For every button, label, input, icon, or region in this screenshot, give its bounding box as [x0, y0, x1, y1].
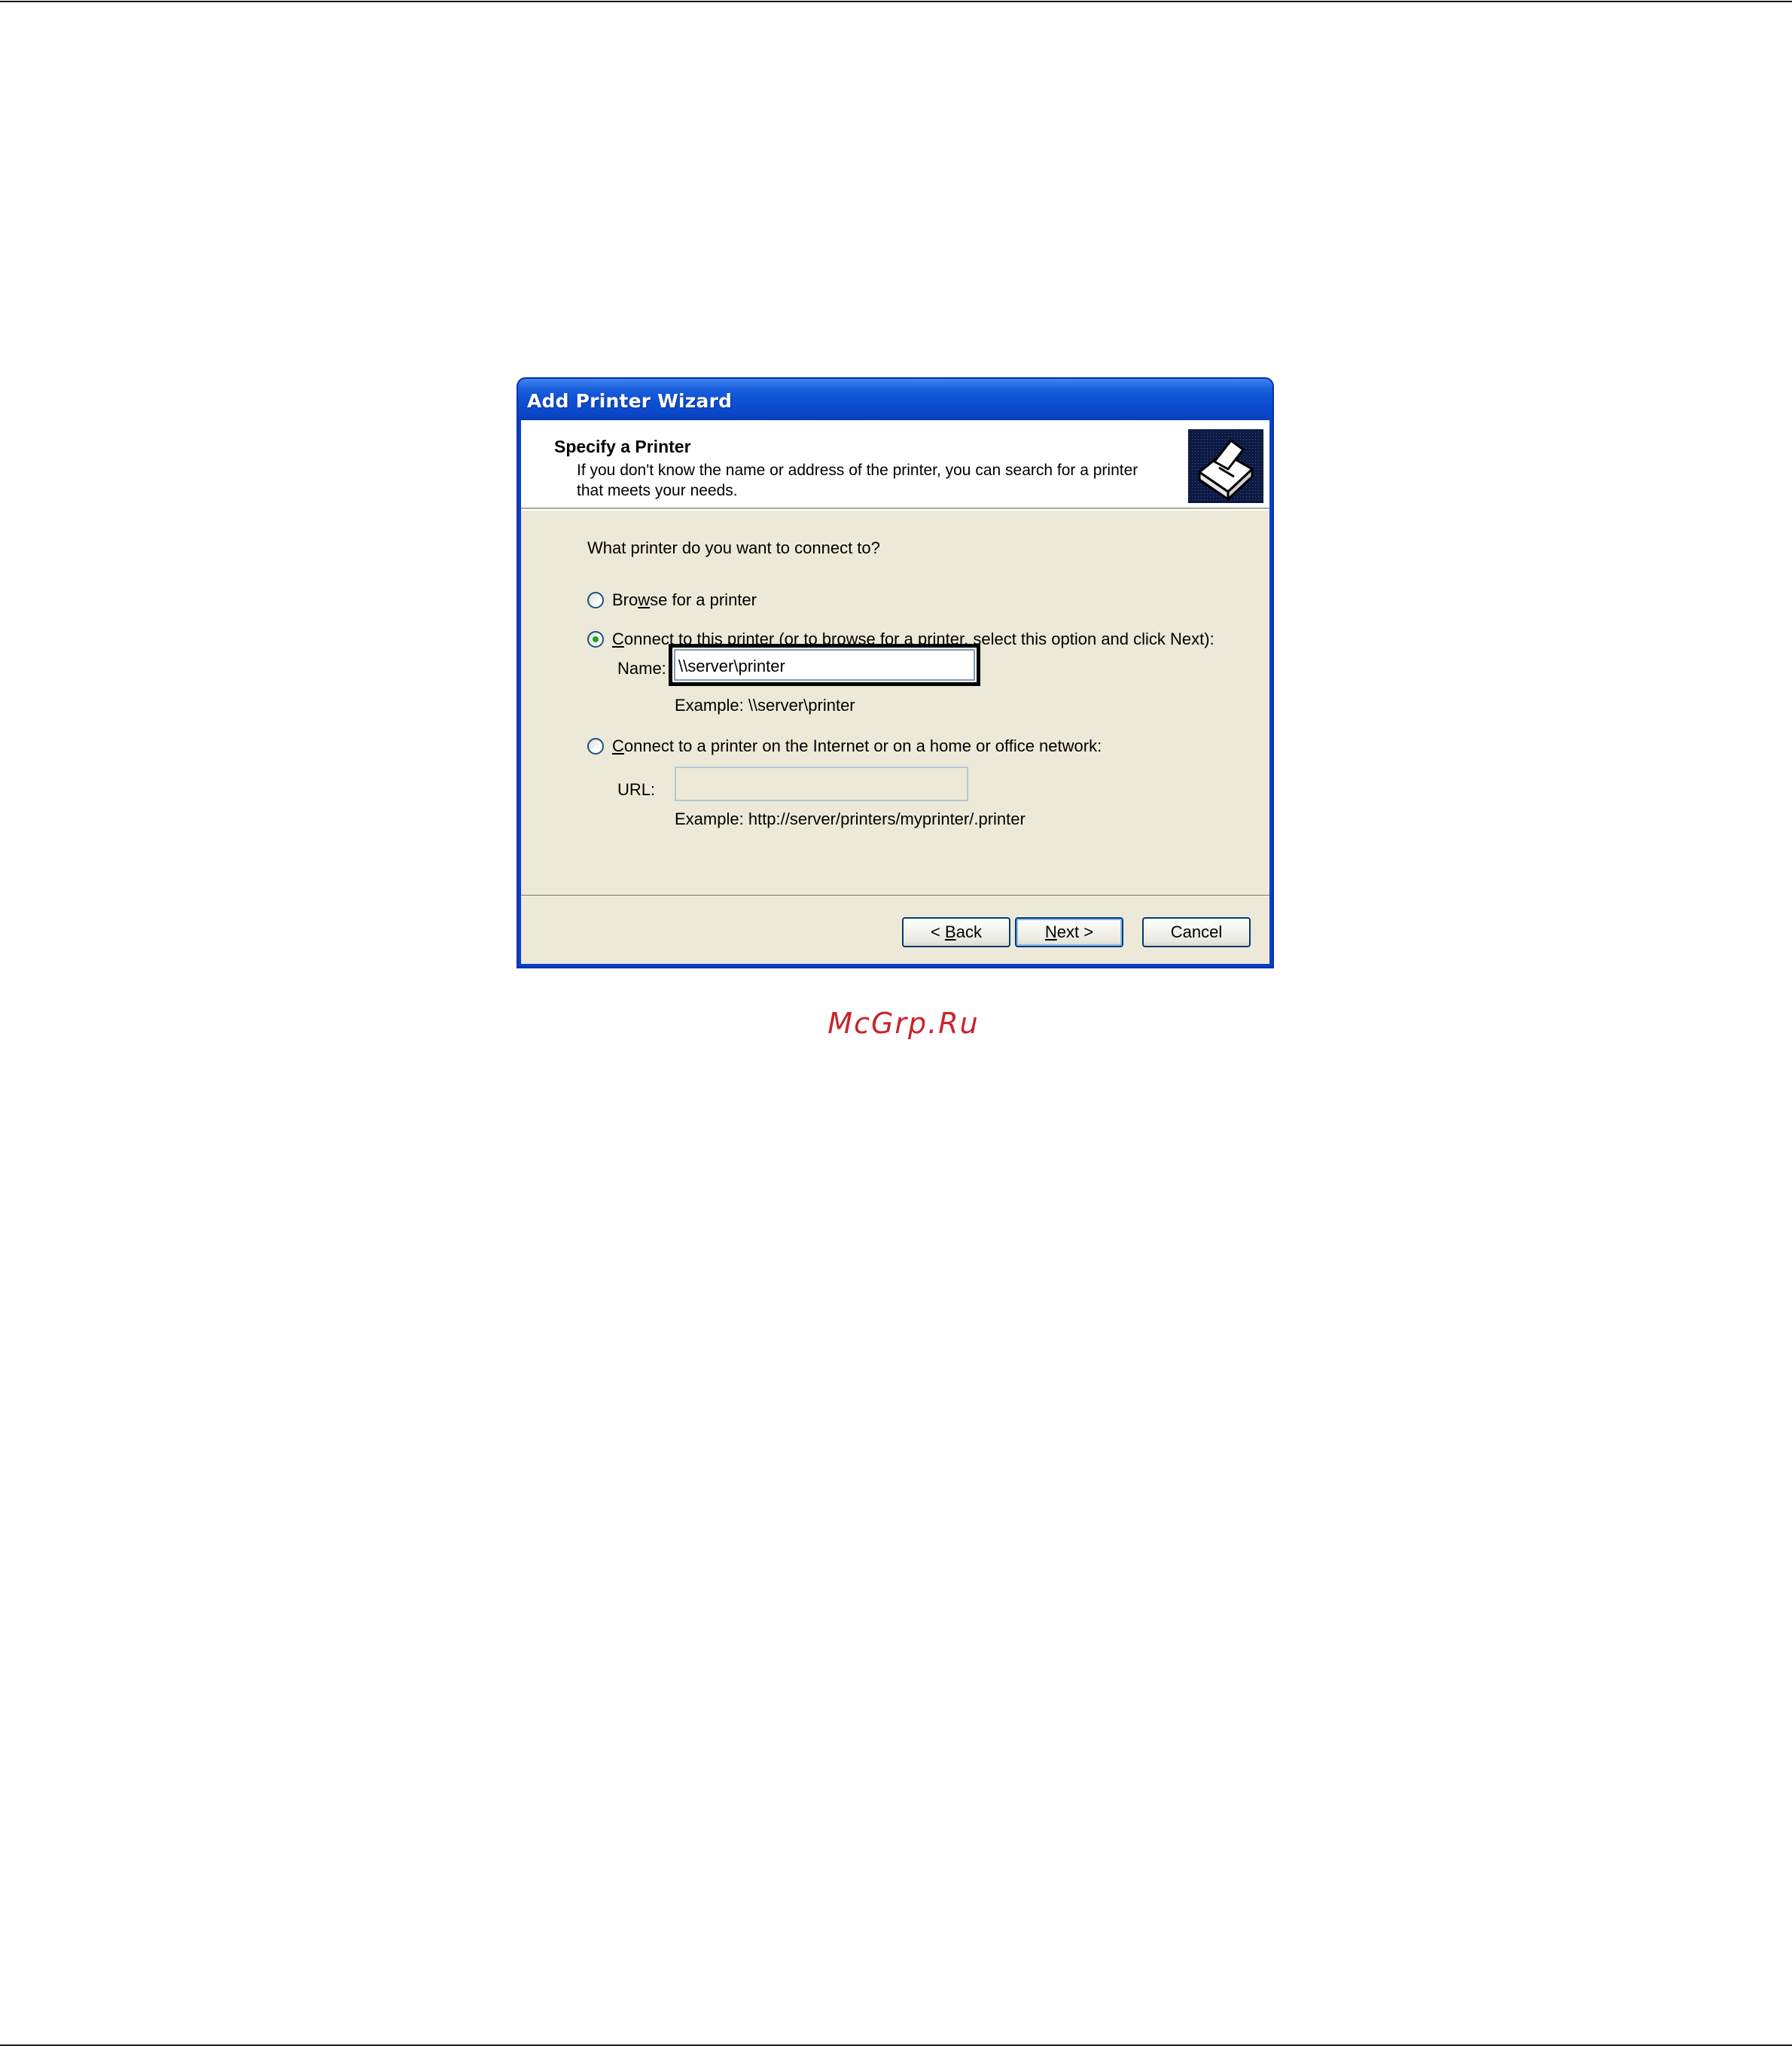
question-label: What printer do you want to connect to?: [587, 538, 880, 557]
browse-printer-label[interactable]: Browse for a printer: [612, 590, 757, 610]
browse-printer-radio[interactable]: [587, 592, 604, 608]
dialog-client-area: Specify a Printer If you don't know the …: [521, 420, 1269, 964]
page-top-rule: [0, 1, 1792, 2]
page-subtitle-line-1: If you don't know the name or address of…: [577, 462, 1138, 479]
wizard-header: Specify a Printer If you don't know the …: [521, 420, 1269, 509]
title-bar[interactable]: Add Printer Wizard: [518, 379, 1272, 420]
connect-internet-printer-radio[interactable]: [587, 738, 604, 755]
url-label: URL:: [617, 780, 656, 799]
watermark-logo: McGrp.Ru: [827, 1007, 980, 1040]
internet-label-accelerator: C: [612, 736, 624, 755]
browse-label-part-2: se for a printer: [650, 590, 757, 609]
back-button-prefix: <: [931, 922, 946, 941]
browse-label-accelerator: w: [638, 590, 651, 609]
button-separator: [521, 895, 1269, 897]
printer-wizard-icon: [1188, 429, 1263, 503]
add-printer-wizard-window: Add Printer Wizard Specify a Printer If …: [517, 377, 1274, 968]
window-title: Add Printer Wizard: [527, 390, 733, 412]
page-subtitle-line-2: that meets your needs.: [577, 482, 738, 499]
back-button-label: ack: [955, 922, 982, 941]
name-input-focus-frame: [669, 644, 980, 686]
connect-internet-printer-label[interactable]: Connect to a printer on the Internet or …: [612, 736, 1102, 756]
internet-label-text: onnect to a printer on the Internet or o…: [623, 736, 1102, 755]
back-button-accelerator: B: [945, 922, 956, 941]
connect-this-printer-radio[interactable]: [587, 631, 604, 648]
connect-label-accelerator: C: [612, 630, 624, 648]
next-button-accelerator: N: [1044, 922, 1057, 941]
url-input[interactable]: [675, 767, 968, 801]
cancel-button[interactable]: Cancel: [1142, 917, 1251, 947]
name-example: Example: \\server\printer: [675, 696, 855, 715]
page-bottom-rule: [0, 2044, 1792, 2046]
name-label: Name:: [617, 659, 666, 678]
back-button[interactable]: < Back: [902, 917, 1010, 947]
browse-label-part-1: Bro: [612, 590, 638, 609]
page-subtitle: If you don't know the name or address of…: [577, 460, 1179, 501]
page-title: Specify a Printer: [554, 437, 691, 456]
name-input[interactable]: [672, 648, 977, 682]
next-button[interactable]: Next >: [1015, 917, 1123, 947]
next-button-label: ext >: [1056, 922, 1094, 941]
url-example: Example: http://server/printers/myprinte…: [675, 810, 1026, 828]
